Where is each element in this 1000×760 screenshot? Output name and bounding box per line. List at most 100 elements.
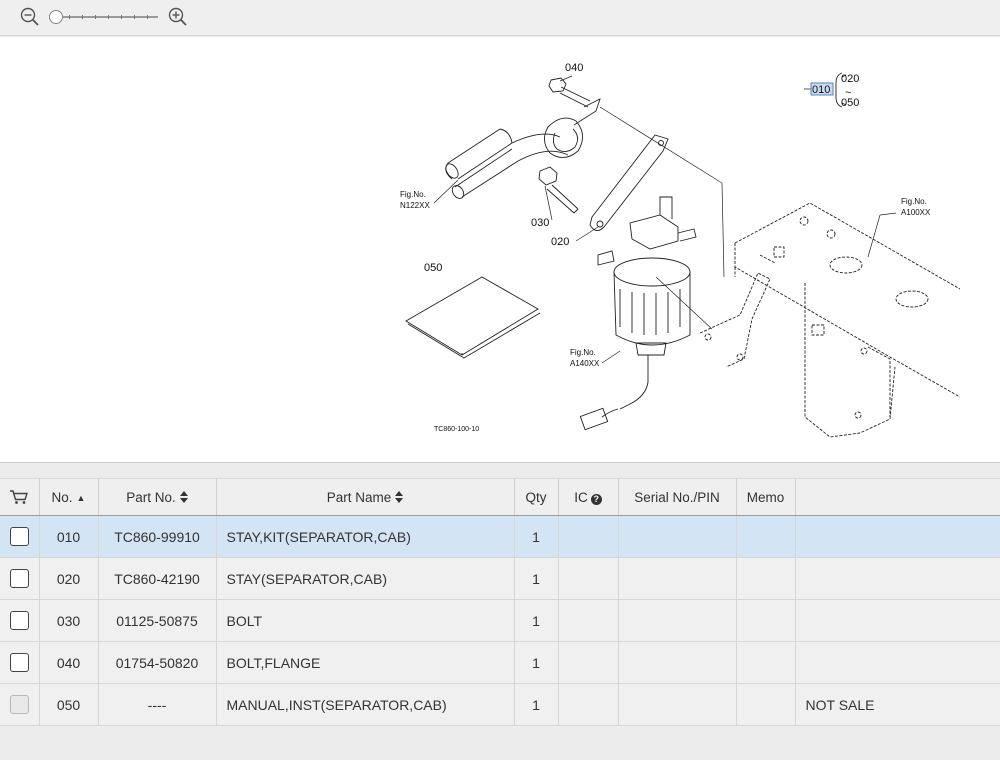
bolt-040-drawing — [548, 77, 591, 108]
sort-icon[interactable] — [179, 490, 188, 503]
cell-part-no: TC860-42190 — [98, 557, 217, 600]
cell-memo — [736, 557, 796, 600]
zoom-slider-handle[interactable] — [49, 10, 63, 24]
fig-ref-a140-line1: Fig.No. — [570, 348, 596, 357]
cell-serial — [618, 557, 737, 600]
header-part-no-label: Part No. — [126, 489, 176, 505]
cell-ic — [558, 515, 619, 558]
cell-serial — [618, 515, 737, 558]
cell-memo — [736, 641, 796, 684]
zoom-slider-tick — [95, 15, 96, 19]
cell-part-no: 01125-50875 — [98, 599, 217, 642]
row-checkbox-cell — [0, 641, 40, 684]
sort-ascending-icon[interactable]: ▲ — [77, 493, 86, 503]
cell-ic — [558, 557, 619, 600]
parts-diagram[interactable]: 040 030 020 050 Fig.No. N122XX Fig.No. A… — [0, 37, 1000, 463]
row-checkbox-cell — [0, 599, 40, 642]
header-no-label: No. — [51, 489, 73, 505]
cell-qty: 1 — [514, 515, 559, 558]
zoom-slider-tick — [121, 15, 122, 19]
cell-no: 030 — [39, 599, 99, 642]
legend-from: 020 — [841, 73, 859, 85]
header-extra — [795, 478, 1000, 516]
table-row[interactable]: 020 TC860-42190 STAY(SEPARATOR,CAB) 1 — [0, 557, 1000, 600]
header-serial-label: Serial No./PIN — [634, 489, 720, 505]
header-cart[interactable] — [0, 478, 40, 516]
cell-memo — [736, 683, 796, 726]
zoom-slider[interactable] — [48, 9, 160, 25]
zoom-slider-tick — [69, 15, 70, 19]
cell-part-name: BOLT,FLANGE — [216, 641, 515, 684]
callout-030: 030 — [531, 217, 549, 229]
cell-qty: 1 — [514, 599, 559, 642]
cell-ic — [558, 599, 619, 642]
help-icon[interactable]: ? — [590, 493, 602, 505]
manual-drawing — [405, 276, 541, 359]
cell-ic — [558, 683, 619, 726]
header-ic-label: IC — [574, 489, 588, 505]
row-checkbox[interactable] — [9, 611, 29, 630]
cell-memo — [736, 515, 796, 558]
header-no[interactable]: No. ▲ — [39, 478, 99, 516]
leader-lines — [433, 75, 897, 364]
row-checkbox-cell — [0, 683, 40, 726]
zoom-slider-tick — [147, 15, 148, 19]
cart-icon[interactable] — [9, 489, 29, 505]
fig-ref-a140-line2: A140XX — [570, 359, 600, 368]
cell-part-no: ---- — [98, 683, 217, 726]
callout-050: 050 — [424, 262, 442, 274]
fig-ref-n122-line1: Fig.No. — [400, 190, 426, 199]
parts-drawing: 040 030 020 050 Fig.No. N122XX Fig.No. A… — [400, 62, 961, 438]
cell-no: 040 — [39, 641, 99, 684]
cab-frame-drawing — [699, 202, 961, 438]
header-memo: Memo — [736, 478, 796, 516]
sort-icon[interactable] — [395, 490, 404, 503]
zoom-out-icon[interactable] — [19, 6, 41, 28]
header-qty-label: Qty — [525, 489, 547, 505]
cell-extra — [795, 599, 1000, 642]
row-checkbox[interactable] — [9, 653, 29, 672]
cell-serial — [618, 641, 737, 684]
zoom-slider-tick — [134, 15, 135, 19]
zoom-in-icon[interactable] — [167, 6, 189, 28]
table-row[interactable]: 010 TC860-99910 STAY,KIT(SEPARATOR,CAB) … — [0, 515, 1000, 558]
table-row[interactable]: 050 ---- MANUAL,INST(SEPARATOR,CAB) 1 NO… — [0, 683, 1000, 726]
callout-040: 040 — [565, 62, 583, 74]
cell-ic — [558, 641, 619, 684]
legend-selected: 010 — [812, 84, 830, 96]
cell-no: 050 — [39, 683, 99, 726]
cell-extra-not-sale: NOT SALE — [795, 683, 1000, 726]
table-row[interactable]: 040 01754-50820 BOLT,FLANGE 1 — [0, 641, 1000, 684]
row-checkbox[interactable] — [9, 569, 29, 588]
table-row[interactable]: 030 01125-50875 BOLT 1 — [0, 599, 1000, 642]
header-serial: Serial No./PIN — [618, 478, 737, 516]
callout-020: 020 — [551, 236, 569, 248]
legend-to: 050 — [841, 97, 859, 109]
header-part-name-label: Part Name — [326, 489, 392, 505]
row-checkbox-disabled — [9, 695, 29, 714]
header-qty: Qty — [514, 478, 559, 516]
cell-qty: 1 — [514, 683, 559, 726]
header-ic: IC? — [558, 478, 619, 516]
fig-ref-a100-line1: Fig.No. — [901, 197, 927, 206]
cell-part-name: BOLT — [216, 599, 515, 642]
cell-memo — [736, 599, 796, 642]
fig-ref-a100-line2: A100XX — [901, 208, 931, 217]
cell-no: 010 — [39, 515, 99, 558]
row-checkbox[interactable] — [9, 527, 29, 546]
header-part-name[interactable]: Part Name — [216, 478, 515, 516]
cell-part-no: 01754-50820 — [98, 641, 217, 684]
zoom-toolbar — [0, 0, 1000, 36]
cell-serial — [618, 683, 737, 726]
parts-table: No. ▲ Part No. Part Name Qty IC? Serial N… — [0, 478, 1000, 726]
cell-extra — [795, 515, 1000, 558]
cell-part-name: STAY,KIT(SEPARATOR,CAB) — [216, 515, 515, 558]
bolt-030-drawing — [538, 166, 579, 214]
fig-ref-n122-line2: N122XX — [400, 201, 430, 210]
cell-part-name: MANUAL,INST(SEPARATOR,CAB) — [216, 683, 515, 726]
header-part-no[interactable]: Part No. — [98, 478, 217, 516]
table-header-row: No. ▲ Part No. Part Name Qty IC? Serial N… — [0, 478, 1000, 516]
header-memo-label: Memo — [746, 489, 785, 505]
fuel-separator-drawing — [579, 196, 697, 431]
cell-part-no: TC860-99910 — [98, 515, 217, 558]
